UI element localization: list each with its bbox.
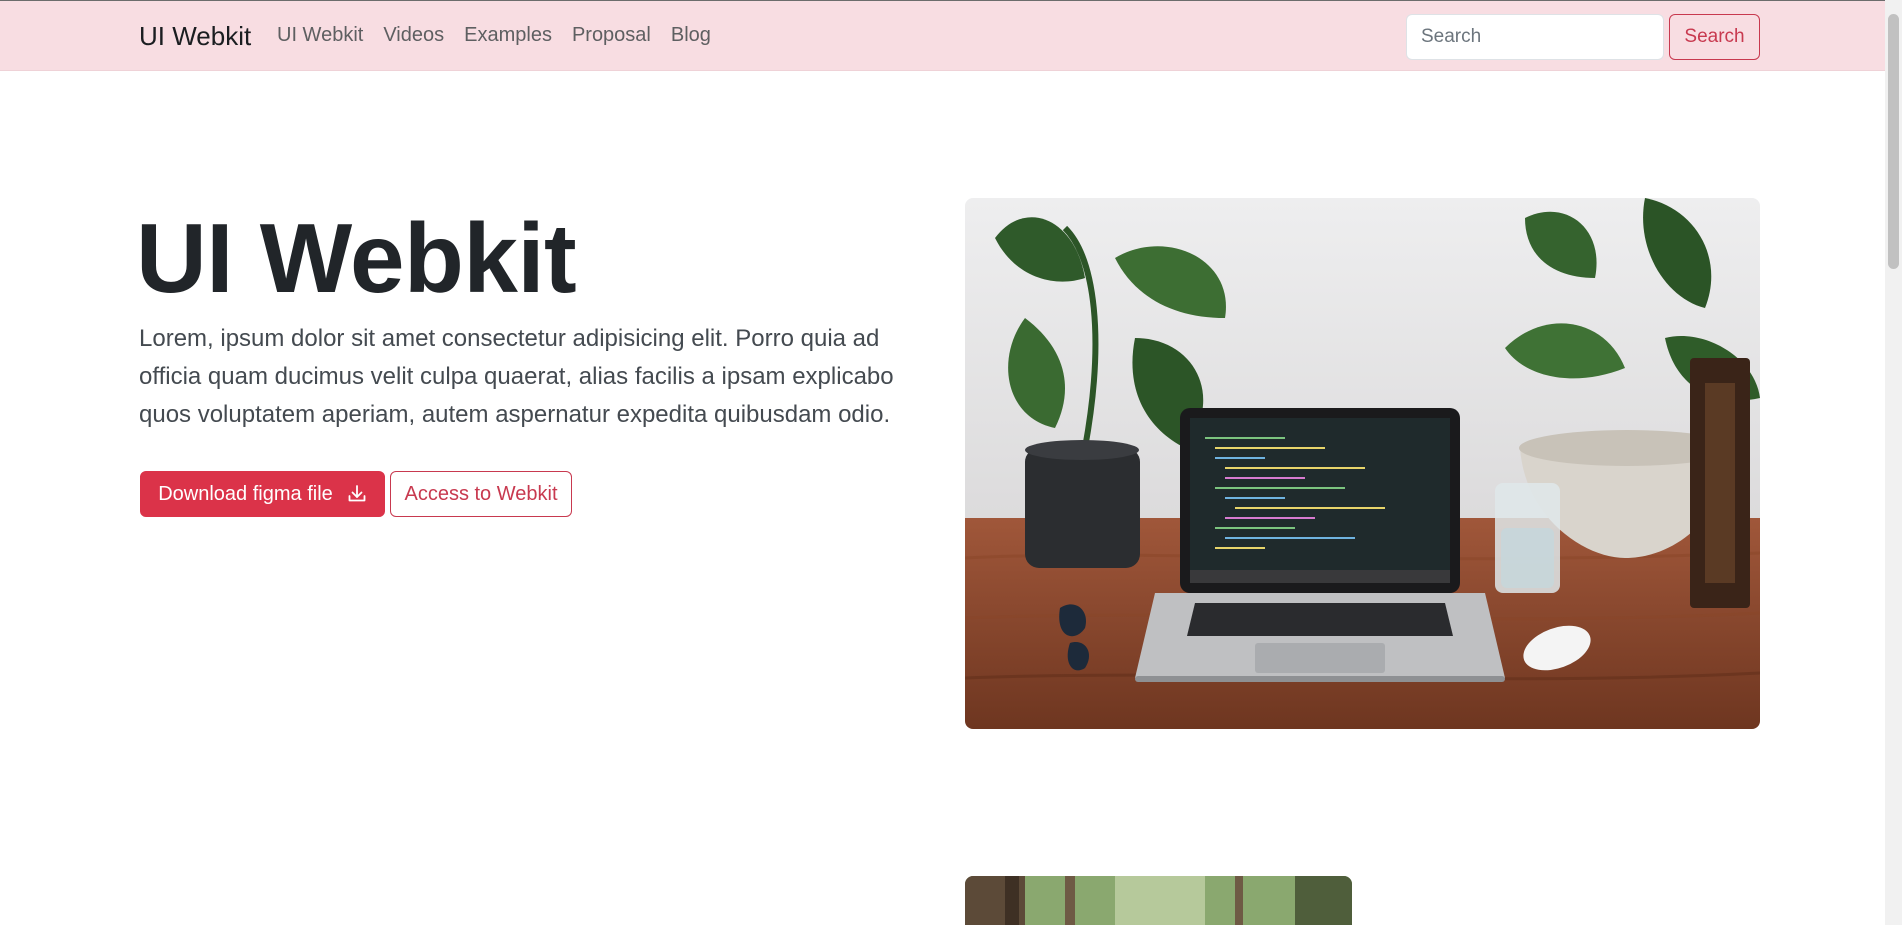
scrollbar-thumb[interactable] <box>1888 14 1899 269</box>
search-input[interactable] <box>1406 14 1664 60</box>
download-figma-label: Download figma file <box>158 482 333 505</box>
search-button[interactable]: Search <box>1669 14 1760 60</box>
hero-title: UI Webkit <box>136 203 577 313</box>
access-webkit-button[interactable]: Access to Webkit <box>390 471 572 517</box>
vertical-scrollbar[interactable] <box>1885 0 1902 925</box>
nav-link-examples[interactable]: Examples <box>464 24 552 47</box>
nav-links: UI Webkit Videos Examples Proposal Blog <box>277 24 731 47</box>
hero-description: Lorem, ipsum dolor sit amet consectetur … <box>139 325 894 428</box>
nav-link-blog[interactable]: Blog <box>671 24 711 47</box>
nav-link-ui-webkit[interactable]: UI Webkit <box>277 24 363 47</box>
navbar: UI Webkit UI Webkit Videos Examples Prop… <box>0 0 1902 71</box>
brand-link[interactable]: UI Webkit <box>139 21 251 52</box>
hero-image-laptop-desk <box>965 198 1760 729</box>
download-figma-button[interactable]: Download figma file <box>140 471 385 517</box>
nav-link-videos[interactable]: Videos <box>383 24 444 47</box>
forest-image <box>965 876 1352 925</box>
download-icon <box>348 485 366 502</box>
nav-link-proposal[interactable]: Proposal <box>572 24 651 47</box>
